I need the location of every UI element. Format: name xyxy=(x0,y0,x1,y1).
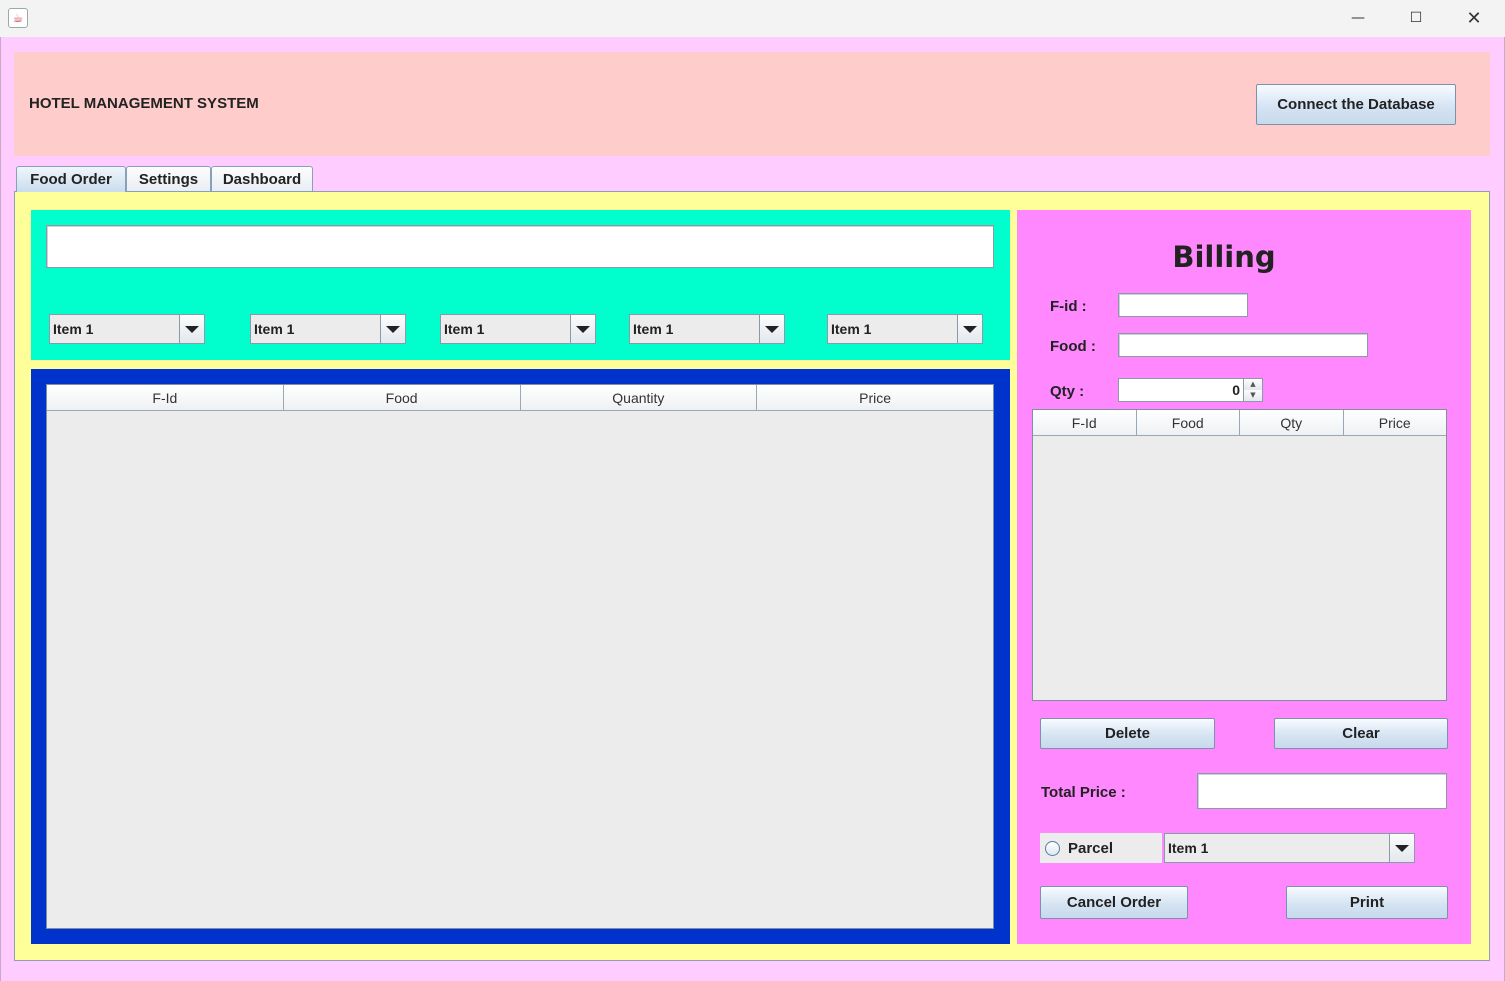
delete-button[interactable]: Delete xyxy=(1040,718,1215,749)
combo-value: Item 1 xyxy=(633,321,674,337)
category-combo-5[interactable]: Item 1 xyxy=(827,314,983,344)
food-label: Food : xyxy=(1050,338,1096,355)
cancel-order-button[interactable]: Cancel Order xyxy=(1040,886,1188,919)
item-selection-panel: Item 1 Item 1 Item 1 Item 1 Item 1 xyxy=(31,210,1010,360)
category-combo-4[interactable]: Item 1 xyxy=(629,314,785,344)
java-cup-icon: ☕ xyxy=(8,8,28,28)
fid-label: F-id : xyxy=(1050,298,1087,315)
app-title: HOTEL MANAGEMENT SYSTEM xyxy=(29,95,259,112)
category-combo-1[interactable]: Item 1 xyxy=(49,314,205,344)
window-titlebar: ☕ — ☐ ✕ xyxy=(0,0,1505,37)
chevron-down-icon[interactable] xyxy=(380,315,405,343)
combo-value: Item 1 xyxy=(53,321,94,337)
qty-label: Qty : xyxy=(1050,383,1085,400)
search-input[interactable] xyxy=(46,225,994,268)
parcel-label: Parcel xyxy=(1068,839,1114,857)
category-combo-2[interactable]: Item 1 xyxy=(250,314,406,344)
billing-title: Billing xyxy=(1172,240,1276,274)
clear-button[interactable]: Clear xyxy=(1274,718,1448,749)
combo-value: Item 1 xyxy=(444,321,485,337)
column-header-food[interactable]: Food xyxy=(284,385,521,410)
tab-settings[interactable]: Settings xyxy=(126,166,211,191)
tab-food-order[interactable]: Food Order xyxy=(16,166,126,192)
fid-field[interactable] xyxy=(1118,293,1248,317)
print-button[interactable]: Print xyxy=(1286,886,1448,919)
bill-table[interactable]: F-Id Food Qty Price xyxy=(1032,409,1447,701)
combo-value: Item 1 xyxy=(254,321,295,337)
combo-value: Item 1 xyxy=(1168,840,1209,856)
column-header-quantity[interactable]: Quantity xyxy=(521,385,758,410)
order-table[interactable]: F-Id Food Quantity Price xyxy=(46,384,994,929)
chevron-down-icon[interactable] xyxy=(179,315,204,343)
qty-spinner[interactable]: 0 ▲ ▼ xyxy=(1118,378,1263,402)
combo-value: Item 1 xyxy=(831,321,872,337)
parcel-combo[interactable]: Item 1 xyxy=(1164,833,1415,863)
column-header-food[interactable]: Food xyxy=(1137,410,1240,435)
column-header-fid[interactable]: F-Id xyxy=(47,385,284,410)
table-header: F-Id Food Quantity Price xyxy=(47,385,993,411)
tab-dashboard[interactable]: Dashboard xyxy=(211,166,313,191)
chevron-down-icon[interactable] xyxy=(1389,834,1414,862)
spinner-down-icon[interactable]: ▼ xyxy=(1243,390,1262,401)
order-table-panel: F-Id Food Quantity Price xyxy=(31,369,1010,944)
total-price-label: Total Price : xyxy=(1041,784,1126,801)
chevron-down-icon[interactable] xyxy=(957,315,982,343)
radio-icon[interactable] xyxy=(1045,840,1060,856)
chevron-down-icon[interactable] xyxy=(759,315,784,343)
food-field[interactable] xyxy=(1118,333,1368,357)
column-header-fid[interactable]: F-Id xyxy=(1033,410,1137,435)
billing-panel: Billing F-id : Food : Qty : 0 ▲ ▼ F-Id F… xyxy=(1017,210,1471,944)
connect-database-button[interactable]: Connect the Database xyxy=(1256,84,1456,125)
parcel-radio-button[interactable]: Parcel xyxy=(1040,833,1162,863)
minimize-icon[interactable]: — xyxy=(1335,4,1381,32)
app-header: HOTEL MANAGEMENT SYSTEM Connect the Data… xyxy=(14,52,1490,156)
table-header: F-Id Food Qty Price xyxy=(1033,410,1446,436)
total-price-field[interactable] xyxy=(1197,773,1447,809)
close-icon[interactable]: ✕ xyxy=(1451,4,1497,32)
qty-value: 0 xyxy=(1232,382,1240,398)
chevron-down-icon[interactable] xyxy=(570,315,595,343)
column-header-price[interactable]: Price xyxy=(757,385,993,410)
column-header-price[interactable]: Price xyxy=(1344,410,1447,435)
category-combo-3[interactable]: Item 1 xyxy=(440,314,596,344)
column-header-qty[interactable]: Qty xyxy=(1240,410,1344,435)
maximize-icon[interactable]: ☐ xyxy=(1393,4,1439,32)
